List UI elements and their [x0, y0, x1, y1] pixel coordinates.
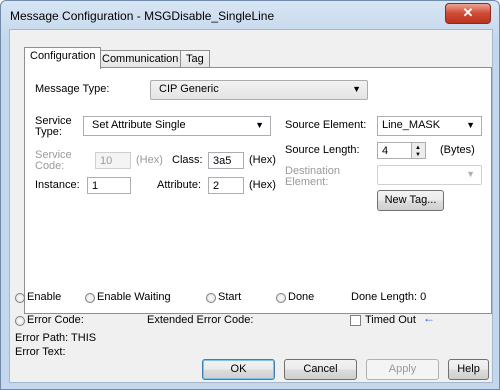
apply-button: Apply	[366, 359, 439, 380]
message-type-value: CIP Generic	[159, 83, 219, 95]
message-type-select[interactable]: CIP Generic ▼	[150, 80, 368, 100]
service-type-value: Set Attribute Single	[92, 119, 186, 131]
extended-error-code-label: Extended Error Code:	[147, 314, 254, 326]
destination-element-label: Destination Element:	[285, 165, 341, 188]
instance-field[interactable]: 1	[87, 177, 131, 194]
left-arrow-icon: ←	[423, 311, 435, 325]
message-type-label: Message Type:	[35, 83, 110, 95]
title-bar[interactable]: Message Configuration - MSGDisable_Singl…	[1, 1, 499, 29]
dialog-window: Message Configuration - MSGDisable_Singl…	[0, 0, 500, 390]
start-indicator	[206, 293, 216, 303]
chevron-down-icon: ▼	[466, 169, 475, 179]
close-button[interactable]: ✕	[445, 3, 491, 24]
service-type-select[interactable]: Set Attribute Single ▼	[83, 116, 271, 136]
tab-label: Communication	[102, 53, 179, 65]
dialog-client-area: Configuration Communication Tag Message …	[9, 29, 493, 383]
help-button[interactable]: Help	[448, 359, 489, 380]
source-length-field[interactable]: 4	[377, 142, 412, 159]
error-path: Error Path: THIS	[15, 332, 97, 344]
attribute-label: Attribute:	[157, 179, 202, 191]
enable-label: Enable	[27, 291, 62, 303]
tab-label: Configuration	[30, 50, 96, 62]
close-icon: ✕	[462, 5, 474, 20]
service-code-hex-label: (Hex)	[136, 154, 163, 166]
source-element-label: Source Element:	[285, 119, 367, 131]
bytes-label: (Bytes)	[440, 144, 475, 156]
tab-tag[interactable]: Tag	[180, 50, 210, 68]
configuration-panel: Message Type: CIP Generic ▼ Service Type:…	[24, 67, 492, 314]
down-arrow-icon: ▼	[415, 152, 421, 158]
timed-out-label: Timed Out	[365, 314, 416, 326]
done-indicator	[276, 293, 286, 303]
window-title: Message Configuration - MSGDisable_Singl…	[10, 9, 275, 23]
source-element-select[interactable]: Line_MASK ▼	[377, 116, 482, 136]
tab-communication[interactable]: Communication	[96, 50, 185, 68]
class-field[interactable]: 3a5	[208, 152, 244, 169]
source-element-value: Line_MASK	[382, 119, 441, 131]
start-label: Start	[218, 291, 242, 303]
source-length-spinner[interactable]: ▲ ▼	[411, 142, 426, 159]
tab-label: Tag	[186, 53, 204, 65]
instance-label: Instance:	[35, 179, 80, 191]
new-tag-button[interactable]: New Tag...	[377, 190, 444, 211]
error-code-indicator	[15, 316, 25, 326]
class-hex-label: (Hex)	[249, 154, 276, 166]
class-label: Class:	[172, 154, 203, 166]
service-type-label: Service Type:	[35, 115, 72, 138]
enable-waiting-label: Enable Waiting	[97, 291, 171, 303]
up-arrow-icon: ▲	[415, 145, 421, 151]
source-length-label: Source Length:	[285, 144, 360, 156]
chevron-down-icon: ▼	[255, 120, 264, 130]
enable-waiting-indicator	[85, 293, 95, 303]
enable-indicator	[15, 293, 25, 303]
chevron-down-icon: ▼	[352, 84, 361, 94]
ok-button[interactable]: OK	[202, 359, 275, 380]
error-code-label: Error Code:	[27, 314, 84, 326]
timed-out-checkbox	[350, 315, 361, 326]
destination-element-select: ▼	[377, 165, 482, 185]
tab-configuration[interactable]: Configuration	[24, 47, 102, 69]
done-length: Done Length: 0	[351, 291, 427, 303]
service-code-field: 10	[95, 152, 131, 169]
attribute-field[interactable]: 2	[208, 177, 244, 194]
cancel-button[interactable]: Cancel	[284, 359, 357, 380]
done-label: Done	[288, 291, 315, 303]
error-text-label: Error Text:	[15, 346, 66, 358]
chevron-down-icon: ▼	[466, 120, 475, 130]
attribute-hex-label: (Hex)	[249, 179, 276, 191]
service-code-label: Service Code:	[35, 149, 72, 172]
